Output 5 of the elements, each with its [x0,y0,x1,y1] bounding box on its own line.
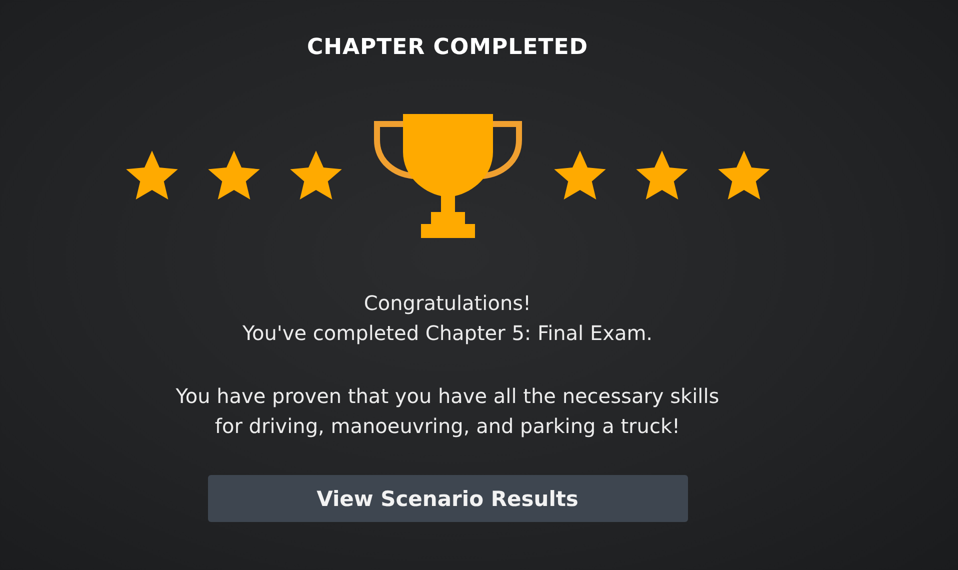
trophy-icon [372,112,522,240]
congratulations-message: Congratulations! You've completed Chapter 5: Final Exam. [242,290,653,347]
screen-title: CHAPTER COMPLETED [306,34,588,62]
view-results-button[interactable]: View Scenario Results [208,475,688,522]
achievement-description: You have proven that you have all the necessary skills for driving, manoeuvring, and parking a truck! [176,383,720,440]
